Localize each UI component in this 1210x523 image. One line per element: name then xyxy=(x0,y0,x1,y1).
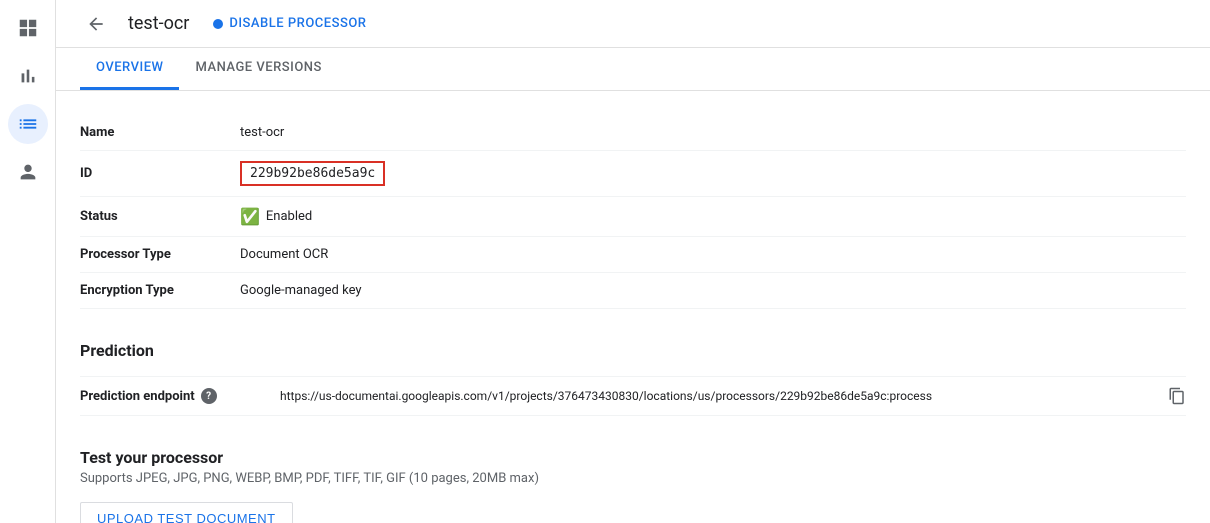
sidebar xyxy=(0,0,56,523)
label-processor-type: Processor Type xyxy=(80,247,240,262)
test-subtitle: Supports JPEG, JPG, PNG, WEBP, BMP, PDF,… xyxy=(80,471,1186,486)
main-content: test-ocr DISABLE PROCESSOR OVERVIEW MANA… xyxy=(56,0,1210,523)
prediction-section: Prediction Prediction endpoint ? https:/… xyxy=(80,341,1186,416)
value-name: test-ocr xyxy=(240,125,284,140)
prediction-endpoint-label: Prediction endpoint ? xyxy=(80,388,280,404)
back-button[interactable] xyxy=(80,8,112,40)
value-processor-type: Document OCR xyxy=(240,247,328,262)
topbar: test-ocr DISABLE PROCESSOR xyxy=(56,0,1210,48)
label-id: ID xyxy=(80,166,240,181)
sidebar-item-grid[interactable] xyxy=(8,8,48,48)
label-status: Status xyxy=(80,209,240,224)
prediction-section-title: Prediction xyxy=(80,341,1186,360)
tabs: OVERVIEW MANAGE VERSIONS xyxy=(56,48,1210,91)
prediction-row: Prediction endpoint ? https://us-documen… xyxy=(80,376,1186,416)
tab-manage-versions[interactable]: MANAGE VERSIONS xyxy=(179,48,337,90)
label-name: Name xyxy=(80,125,240,140)
help-icon[interactable]: ? xyxy=(201,388,217,404)
sidebar-item-list[interactable] xyxy=(8,104,48,144)
value-encryption-type: Google-managed key xyxy=(240,283,362,298)
check-icon: ✅ xyxy=(240,207,260,226)
page-title: test-ocr xyxy=(128,13,189,34)
sidebar-item-person[interactable] xyxy=(8,152,48,192)
value-id: 229b92be86de5a9c xyxy=(240,161,385,186)
sidebar-item-chart[interactable] xyxy=(8,56,48,96)
info-row-id: ID 229b92be86de5a9c xyxy=(80,151,1186,197)
value-status: ✅ Enabled xyxy=(240,207,312,226)
info-table: Name test-ocr ID 229b92be86de5a9c Status… xyxy=(80,115,1186,309)
disable-dot xyxy=(213,19,223,29)
info-row-name: Name test-ocr xyxy=(80,115,1186,151)
test-section: Test your processor Supports JPEG, JPG, … xyxy=(80,448,1186,523)
copy-icon[interactable] xyxy=(1168,387,1186,405)
tab-overview[interactable]: OVERVIEW xyxy=(80,48,179,90)
prediction-url: https://us-documentai.googleapis.com/v1/… xyxy=(280,389,1160,403)
disable-processor-button[interactable]: DISABLE PROCESSOR xyxy=(213,16,366,31)
label-encryption-type: Encryption Type xyxy=(80,283,240,298)
info-row-encryption-type: Encryption Type Google-managed key xyxy=(80,273,1186,309)
upload-test-document-button[interactable]: UPLOAD TEST DOCUMENT xyxy=(80,502,293,523)
test-section-title: Test your processor xyxy=(80,448,1186,467)
content-area: Name test-ocr ID 229b92be86de5a9c Status… xyxy=(56,91,1210,523)
info-row-processor-type: Processor Type Document OCR xyxy=(80,237,1186,273)
info-row-status: Status ✅ Enabled xyxy=(80,197,1186,237)
